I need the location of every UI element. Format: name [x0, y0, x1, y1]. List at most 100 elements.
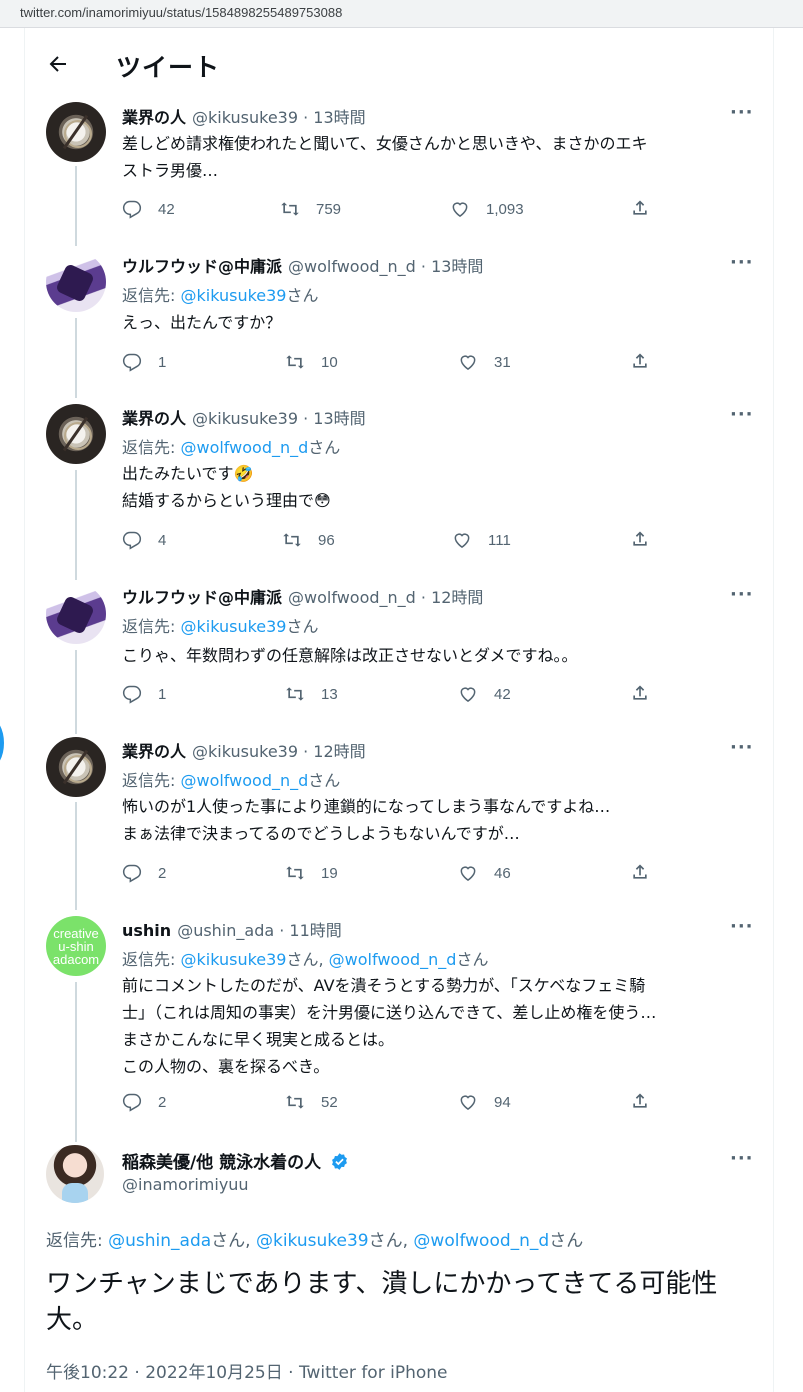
- handle-time[interactable]: @ushin_ada · 11時間: [177, 921, 342, 940]
- like-button[interactable]: 46: [458, 862, 511, 884]
- like-count: 111: [488, 531, 511, 549]
- more-options-icon[interactable]: ···: [730, 102, 754, 123]
- handle-time[interactable]: @kikusuke39 · 13時間: [192, 409, 366, 428]
- tweet-text: えっ、出たんですか？: [122, 309, 762, 336]
- replying-to: 返信先: @ushin_adaさん, @kikusuke39さん, @wolfw…: [46, 1226, 583, 1251]
- retweet-button[interactable]: 52: [285, 1091, 338, 1113]
- reply-button[interactable]: 1: [122, 683, 166, 705]
- display-name[interactable]: 業界の人: [122, 742, 186, 761]
- replying-prefix: 返信先:: [122, 617, 181, 636]
- heart-icon: [460, 355, 476, 370]
- thread-line: [75, 982, 77, 1142]
- more-options-icon[interactable]: ···: [730, 1148, 754, 1169]
- like-button[interactable]: 1,093: [450, 198, 524, 220]
- share-icon[interactable]: [630, 1091, 650, 1111]
- reply-button[interactable]: 42: [122, 198, 175, 220]
- separator: ,: [318, 950, 329, 969]
- mention-link[interactable]: @kikusuke39: [180, 617, 286, 636]
- reply-count: 42: [158, 200, 175, 218]
- reply-icon: [122, 864, 142, 883]
- share-icon[interactable]: [630, 351, 650, 371]
- replying-prefix: 返信先:: [46, 1231, 109, 1251]
- like-button[interactable]: 42: [458, 683, 511, 705]
- handle-time[interactable]: @kikusuke39 · 13時間: [192, 108, 366, 127]
- share-icon[interactable]: [630, 529, 650, 549]
- like-count: 31: [494, 353, 511, 371]
- display-name[interactable]: ウルフウッド@中庸派: [122, 588, 282, 607]
- avatar[interactable]: [46, 102, 106, 162]
- reply-button[interactable]: 2: [122, 862, 166, 884]
- tweet-header: ウルフウッド@中庸派 @wolfwood_n_d · 12時間: [122, 584, 483, 608]
- mention-link[interactable]: @kikusuke39: [180, 286, 286, 305]
- back-arrow-icon[interactable]: [46, 52, 70, 76]
- mention-link[interactable]: @ushin_ada: [108, 1231, 211, 1251]
- side-floating-button[interactable]: [0, 718, 4, 768]
- retweet-button[interactable]: 13: [285, 683, 338, 705]
- like-button[interactable]: 31: [458, 351, 511, 373]
- retweet-icon: [286, 687, 304, 701]
- honorific: さん: [456, 950, 489, 969]
- avatar[interactable]: [46, 737, 106, 797]
- tweet-text: 差しどめ請求権使われたと聞いて、女優さんかと思いきや、まさかのエキ ストラ男優…: [122, 130, 762, 184]
- reply-button[interactable]: 2: [122, 1091, 166, 1113]
- tweet-header: ウルフウッド@中庸派 @wolfwood_n_d · 13時間: [122, 253, 483, 277]
- retweet-count: 19: [321, 864, 338, 882]
- handle-time[interactable]: @kikusuke39 · 12時間: [192, 742, 366, 761]
- display-name[interactable]: ウルフウッド@中庸派: [122, 257, 282, 276]
- thread-line: [75, 470, 77, 580]
- mention-link[interactable]: @wolfwood_n_d: [413, 1231, 549, 1251]
- mention-link[interactable]: @kikusuke39: [256, 1231, 369, 1251]
- reply-button[interactable]: 1: [122, 351, 166, 373]
- mention-link[interactable]: @wolfwood_n_d: [180, 438, 308, 457]
- retweet-button[interactable]: 759: [280, 198, 341, 220]
- display-name[interactable]: 稲森美優/他 競泳水着の人: [122, 1153, 321, 1173]
- tweet-timestamp[interactable]: 午後10:22 · 2022年10月25日 · Twitter for iPho…: [46, 1358, 447, 1383]
- thread-line: [75, 802, 77, 910]
- tweet-text: こりゃ、年数問わずの任意解除は改正させないとダメですね。。: [122, 642, 762, 669]
- display-name[interactable]: 業界の人: [122, 409, 186, 428]
- share-icon[interactable]: [630, 198, 650, 218]
- retweet-count: 96: [318, 531, 335, 549]
- mention-link[interactable]: @kikusuke39: [180, 950, 286, 969]
- tweet-text-line: まぁ法律で決まってるのでどうしようもないんですが…: [122, 824, 520, 843]
- replying-to: 返信先: @kikusuke39さん: [122, 282, 319, 306]
- avatar[interactable]: creative u-shin adacom: [46, 916, 106, 976]
- more-options-icon[interactable]: ···: [730, 737, 754, 758]
- avatar[interactable]: [46, 404, 106, 464]
- display-name[interactable]: 業界の人: [122, 108, 186, 127]
- replying-to: 返信先: @wolfwood_n_dさん: [122, 767, 340, 791]
- reply-count: 2: [158, 864, 167, 882]
- share-icon[interactable]: [630, 862, 650, 882]
- main-tweet-text: ワンチャンまじであります、潰しにかかってきてる可能性大。: [46, 1269, 718, 1335]
- avatar[interactable]: [46, 1145, 104, 1203]
- retweet-icon: [286, 1095, 304, 1109]
- avatar[interactable]: [46, 584, 106, 644]
- more-options-icon[interactable]: ···: [730, 252, 754, 273]
- retweet-button[interactable]: 19: [285, 862, 338, 884]
- retweet-button[interactable]: 96: [282, 529, 335, 551]
- like-button[interactable]: 94: [458, 1091, 511, 1113]
- display-name[interactable]: ushin: [122, 921, 171, 940]
- more-options-icon[interactable]: ···: [730, 916, 754, 937]
- mention-link[interactable]: @wolfwood_n_d: [180, 771, 308, 790]
- avatar[interactable]: [46, 252, 106, 312]
- reply-button[interactable]: 4: [122, 529, 166, 551]
- verified-badge-icon: [332, 1153, 348, 1170]
- url-text[interactable]: twitter.com/inamorimiyuu/status/15848982…: [20, 5, 342, 20]
- reply-count: 2: [158, 1093, 167, 1111]
- retweet-button[interactable]: 10: [285, 351, 338, 373]
- page-title: ツイート: [116, 53, 221, 82]
- heart-icon: [460, 866, 476, 881]
- handle-time[interactable]: @wolfwood_n_d · 12時間: [288, 588, 483, 607]
- like-button[interactable]: 111: [452, 529, 511, 551]
- avatar-text-line: u-shin: [58, 938, 94, 954]
- handle[interactable]: @inamorimiyuu: [122, 1175, 249, 1194]
- tweet-text: 怖いのが1人使った事により連鎖的になってしまう事なんですよね… まぁ法律で決まっ…: [122, 793, 762, 847]
- handle-time[interactable]: @wolfwood_n_d · 13時間: [288, 257, 483, 276]
- main-tweet-handle-row: @inamorimiyuu: [122, 1175, 249, 1194]
- browser-address-bar[interactable]: twitter.com/inamorimiyuu/status/15848982…: [0, 0, 803, 28]
- more-options-icon[interactable]: ···: [730, 584, 754, 605]
- mention-link[interactable]: @wolfwood_n_d: [329, 950, 457, 969]
- more-options-icon[interactable]: ···: [730, 404, 754, 425]
- share-icon[interactable]: [630, 683, 650, 703]
